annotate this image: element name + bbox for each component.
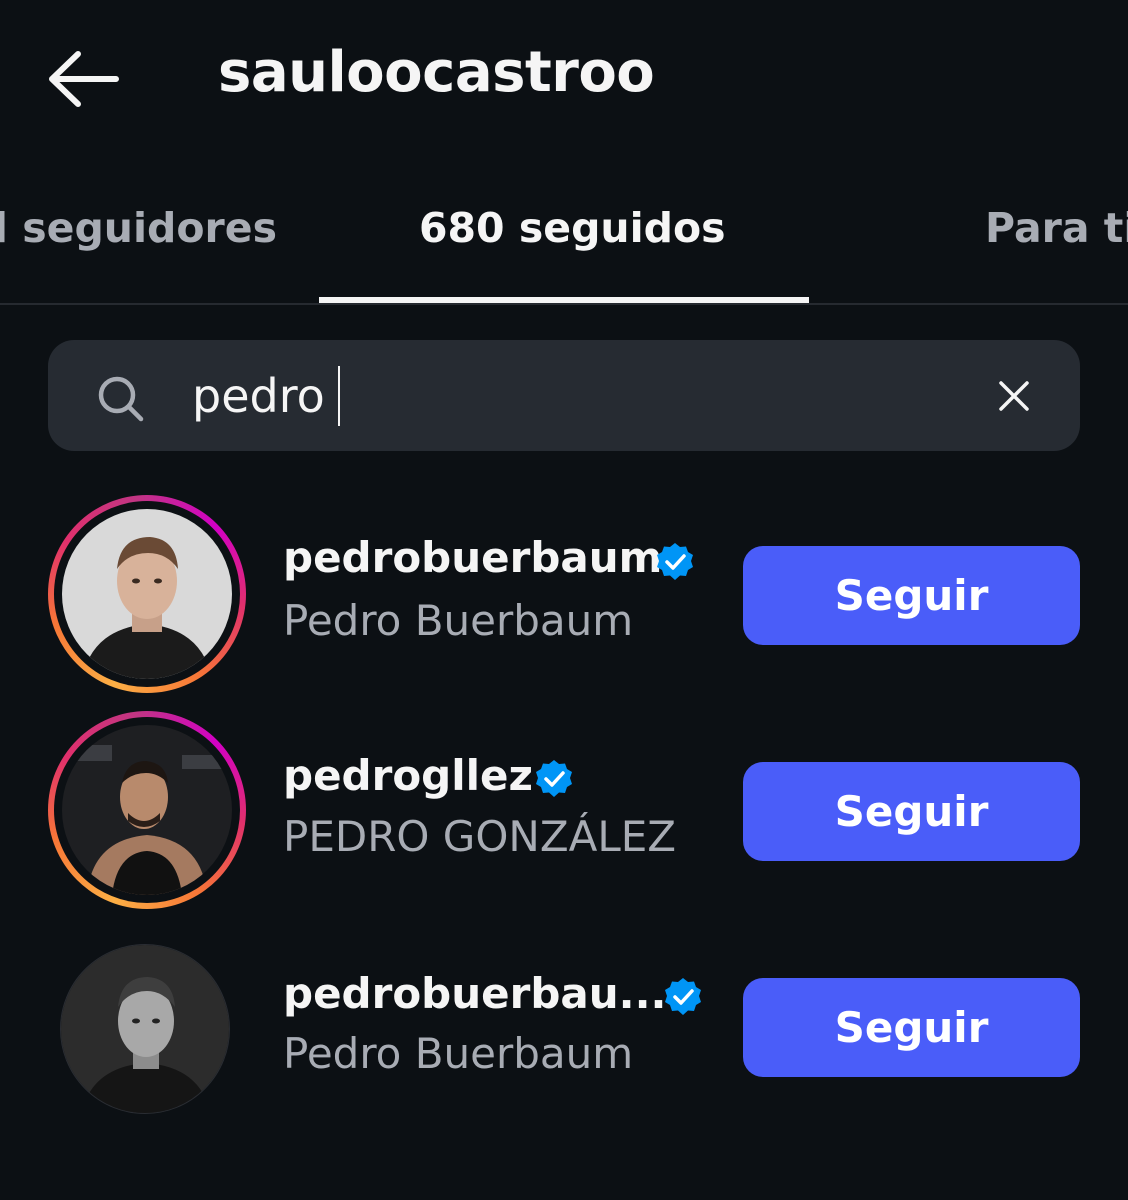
close-icon[interactable] <box>992 374 1036 418</box>
avatar[interactable] <box>60 944 232 1116</box>
tab-bar: il seguidores 680 seguidos Para ti <box>0 180 1128 306</box>
back-button[interactable] <box>44 44 124 114</box>
search-icon <box>98 376 144 422</box>
list-item[interactable]: pedrobuerbau... Pedro Buerbaum Seguir <box>0 944 1128 1144</box>
full-name: PEDRO GONZÁLEZ <box>283 812 677 861</box>
verified-badge-icon <box>536 760 572 797</box>
profile-photo <box>62 509 232 679</box>
page-title: sauloocastroo <box>218 40 655 105</box>
tab-for-you[interactable]: Para ti <box>985 204 1128 252</box>
arrow-left-icon <box>49 51 119 107</box>
full-name: Pedro Buerbaum <box>283 1029 634 1078</box>
avatar[interactable] <box>48 711 246 909</box>
tabs-divider <box>0 303 1128 305</box>
profile-photo <box>60 944 230 1114</box>
username[interactable]: pedrobuerbaum <box>283 533 662 582</box>
verified-badge-icon <box>657 543 693 580</box>
follow-button[interactable]: Seguir <box>743 762 1080 861</box>
list-item[interactable]: pedrogllez PEDRO GONZÁLEZ Seguir <box>0 711 1128 911</box>
following-page: sauloocastroo il seguidores 680 seguidos… <box>0 0 1128 1200</box>
tab-followers[interactable]: il seguidores <box>0 204 277 252</box>
profile-photo <box>62 725 232 895</box>
verified-badge-icon <box>665 978 701 1015</box>
search-input[interactable] <box>192 362 972 430</box>
active-tab-indicator <box>319 297 809 303</box>
username[interactable]: pedrogllez <box>283 751 533 800</box>
tab-following[interactable]: 680 seguidos <box>419 204 726 252</box>
full-name: Pedro Buerbaum <box>283 596 634 645</box>
search-bar[interactable] <box>48 340 1080 451</box>
follow-button[interactable]: Seguir <box>743 978 1080 1077</box>
username[interactable]: pedrobuerbau... <box>283 969 667 1018</box>
follow-button[interactable]: Seguir <box>743 546 1080 645</box>
list-item[interactable]: pedrobuerbaum Pedro Buerbaum Seguir <box>0 495 1128 695</box>
avatar[interactable] <box>48 495 246 693</box>
text-caret <box>338 366 340 426</box>
